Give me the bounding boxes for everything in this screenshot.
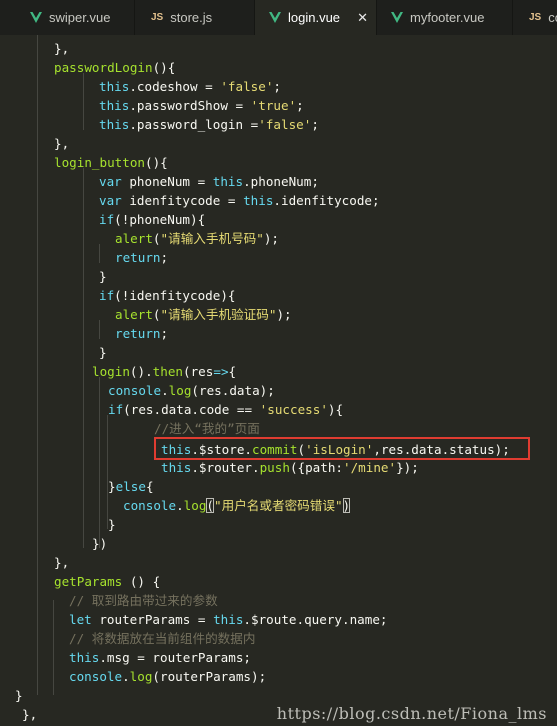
vue-file-icon (269, 12, 281, 23)
tab-label: login.vue (288, 10, 341, 25)
code-comment: // 取到路由带过来的参数 (69, 593, 218, 608)
code-line: var idenfitycode = this.idenfitycode; (99, 193, 380, 208)
code-line: this.password_login ='false'; (99, 117, 319, 132)
code-line: login().then(res=>{ (92, 364, 237, 379)
code-line: } (15, 688, 23, 703)
tab-store-js[interactable]: JS store.js (135, 0, 254, 35)
tab-label: store.js (170, 10, 213, 25)
code-line: }, (54, 41, 70, 56)
code-line: console.log(res.data); (108, 383, 275, 398)
tab-label: swiper.vue (49, 10, 111, 25)
code-line: console.log("用户名或者密码错误") (123, 498, 351, 513)
code-line: }, (22, 707, 38, 722)
js-file-icon: JS (529, 12, 542, 23)
js-file-icon: JS (151, 12, 164, 23)
code-line: var phoneNum = this.phoneNum; (99, 174, 319, 189)
code-line: login_button(){ (54, 155, 168, 170)
close-tab-icon[interactable]: ✕ (357, 10, 368, 26)
code-line: }) (92, 536, 108, 551)
code-line: } (108, 517, 116, 532)
tab-myfooter-vue[interactable]: myfooter.vue (377, 0, 512, 35)
code-line: }, (54, 555, 70, 570)
code-comment: // 将数据放在当前组件的数据内 (69, 631, 256, 646)
code-line: if(res.data.code == 'success'){ (108, 402, 344, 417)
tab-label: myfooter.vue (410, 10, 485, 25)
code-line: if(!idenfitycode){ (99, 288, 236, 303)
code-comment: //进入“我的”页面 (154, 421, 260, 436)
code-line: this.msg = routerParams; (69, 650, 251, 665)
code-line: if(!phoneNum){ (99, 212, 206, 227)
code-line: } (99, 345, 107, 360)
vue-file-icon (30, 12, 42, 23)
code-line: console.log(routerParams); (69, 669, 267, 684)
code-line: let routerParams = this.$route.query.nam… (69, 612, 388, 627)
code-line: return; (115, 326, 169, 341)
editor-tab-bar: swiper.vue JS store.js login.vue ✕ myfoo… (0, 0, 557, 35)
code-line: this.passwordShow = 'true'; (99, 98, 304, 113)
tab-swiper-vue[interactable]: swiper.vue (0, 0, 134, 35)
highlight-box (154, 437, 530, 460)
code-line: getParams () { (54, 574, 161, 589)
watermark-url: https://blog.csdn.net/Fiona_lms (276, 704, 547, 723)
vue-file-icon (391, 12, 403, 23)
code-line: passwordLogin(){ (54, 60, 176, 75)
code-line: } (99, 269, 107, 284)
tab-co[interactable]: JS co (513, 0, 557, 35)
code-editor[interactable]: }, passwordLogin(){ this.codeshow = 'fal… (0, 35, 557, 726)
code-line: return; (115, 250, 169, 265)
code-line: alert("请输入手机号码"); (115, 231, 280, 246)
code-line: alert("请输入手机验证码"); (115, 307, 292, 322)
code-line: }, (54, 136, 70, 151)
code-line: this.$router.push({path:'/mine'}); (161, 460, 419, 475)
tab-login-vue[interactable]: login.vue ✕ (255, 0, 376, 35)
tab-label: co (548, 10, 557, 25)
code-line: this.codeshow = 'false'; (99, 79, 282, 94)
code-line: }else{ (108, 479, 154, 494)
